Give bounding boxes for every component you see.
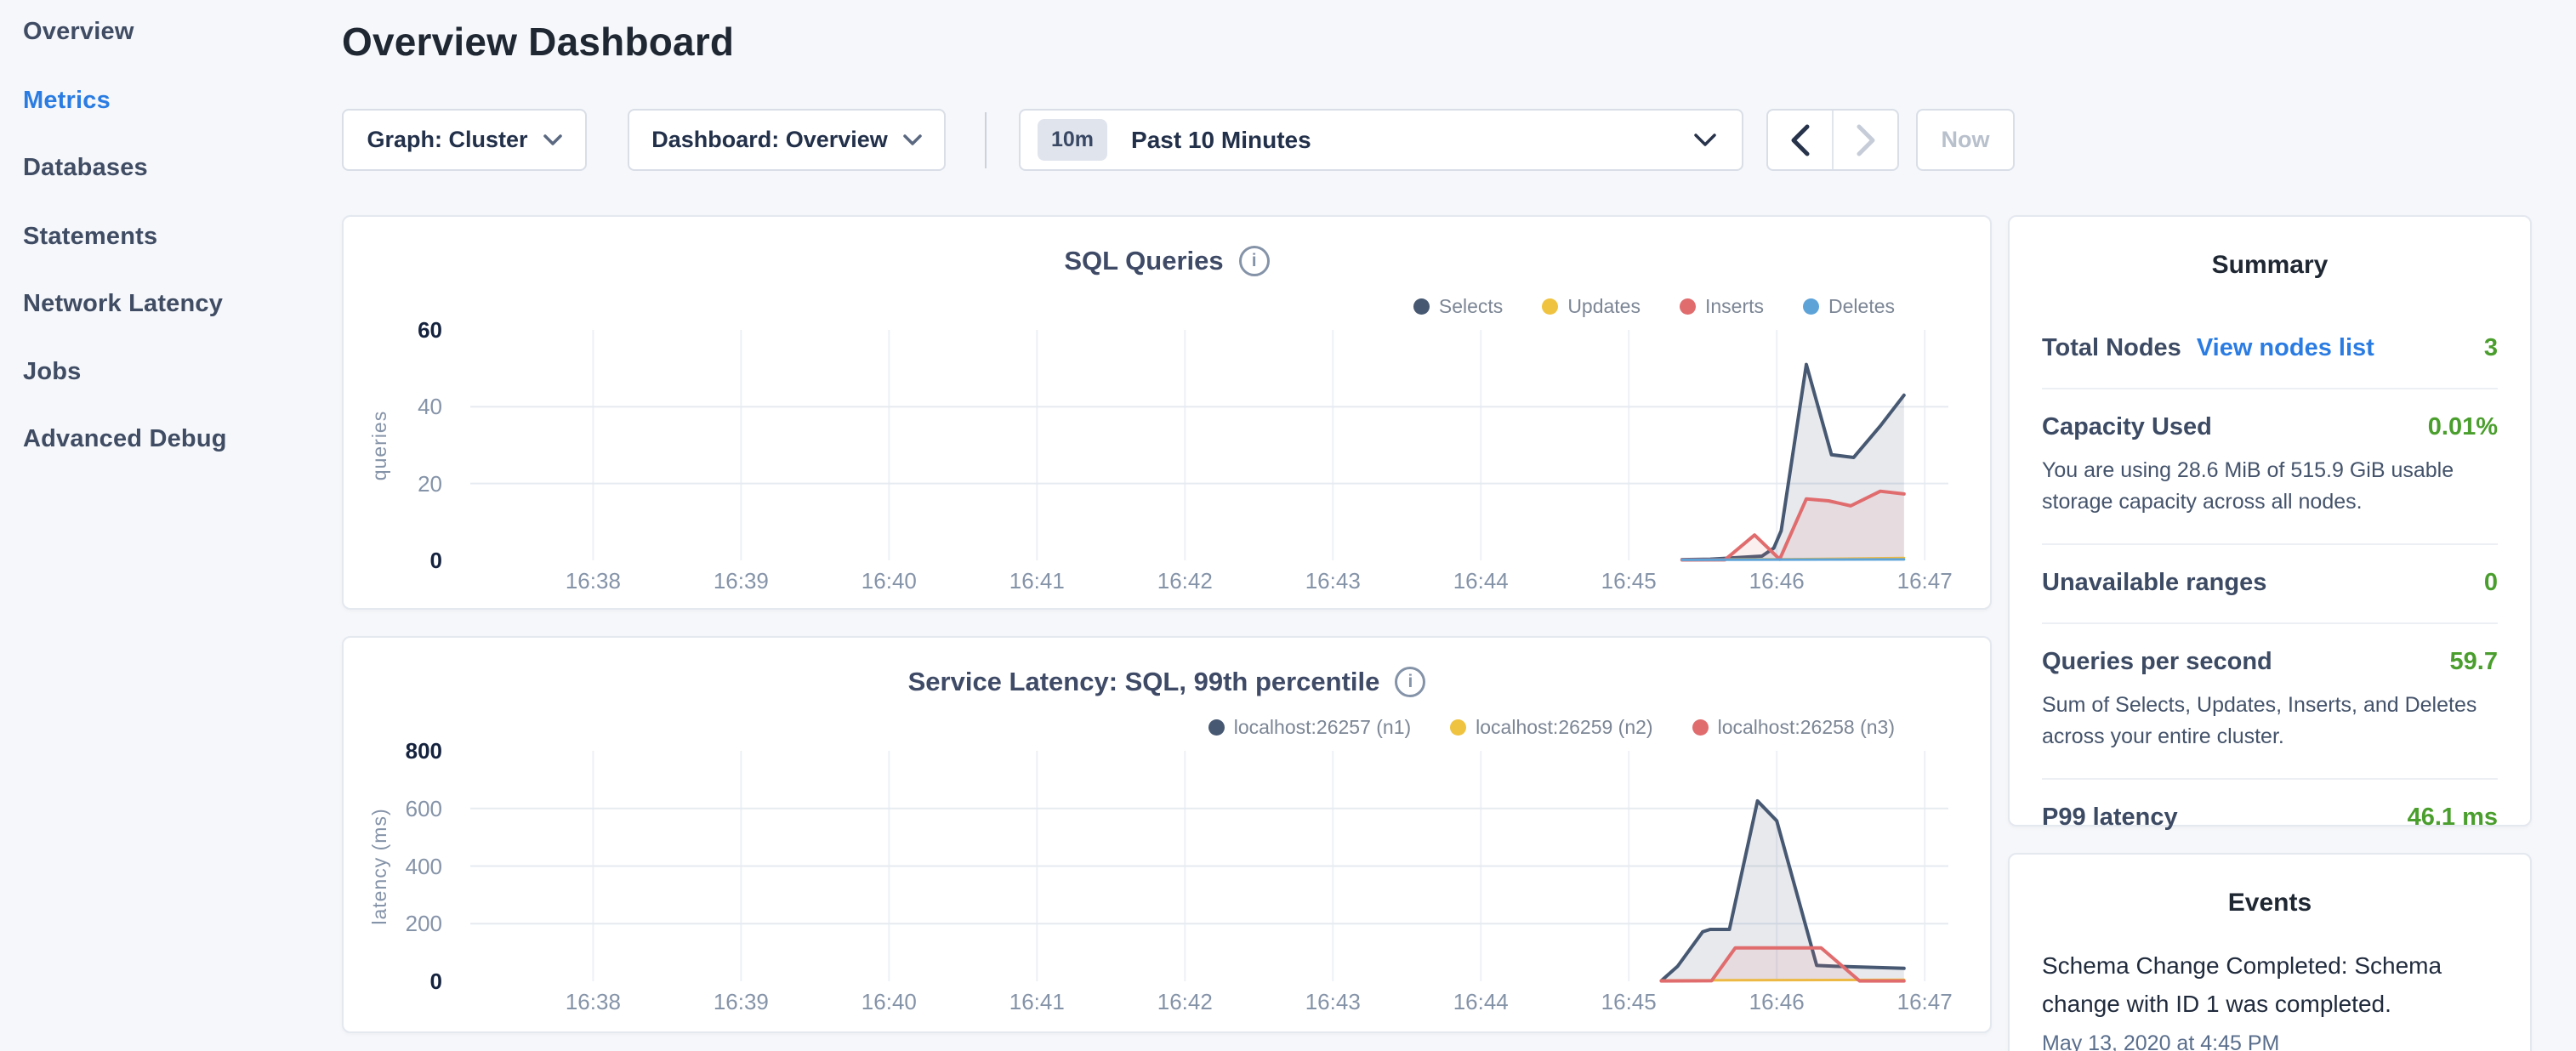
now-button[interactable]: Now xyxy=(1916,109,2015,171)
controls-divider xyxy=(985,112,987,168)
service-latency-chart-card: Service Latency: SQL, 99th percentileilo… xyxy=(342,636,1992,1033)
summary-row-caption: Sum of Selects, Updates, Inserts, and De… xyxy=(2042,690,2498,753)
summary-row-capacity-used: Capacity Used 0.01% You are using 28.6 M… xyxy=(2042,389,2498,545)
time-prev-button[interactable] xyxy=(1768,111,1832,169)
event-timestamp: May 13, 2020 at 4:45 PM xyxy=(2042,1031,2498,1051)
chevron-down-icon xyxy=(903,134,922,146)
summary-row-value: 59.7 xyxy=(2450,648,2498,676)
time-range-selector[interactable]: 10m Past 10 Minutes xyxy=(1019,109,1743,171)
page-title: Overview Dashboard xyxy=(342,19,734,65)
summary-row-value: 0 xyxy=(2484,569,2498,597)
summary-row-p99-latency: P99 latency 46.1 ms xyxy=(2042,780,2498,857)
event-text: Schema Change Completed: Schema change w… xyxy=(2042,946,2498,1023)
sidebar-item-jobs[interactable]: Jobs xyxy=(23,348,82,395)
summary-row-value: 46.1 ms xyxy=(2408,804,2498,832)
chart-plot xyxy=(344,638,1990,1029)
sql-queries-chart-card: SQL QueriesiSelectsUpdatesInsertsDeletes… xyxy=(342,215,1992,610)
summary-row-label: Capacity Used xyxy=(2042,413,2212,441)
sidebar: Overview Metrics Databases Statements Ne… xyxy=(0,0,340,1051)
sidebar-item-advanced-debug[interactable]: Advanced Debug xyxy=(23,415,227,463)
summary-row-label: P99 latency xyxy=(2042,804,2178,832)
summary-row-label: Queries per second xyxy=(2042,648,2272,676)
sidebar-item-databases[interactable]: Databases xyxy=(23,144,148,191)
summary-row-label: Total Nodes xyxy=(2042,334,2181,362)
events-panel: Events Schema Change Completed: Schema c… xyxy=(2008,853,2532,1051)
sidebar-item-metrics[interactable]: Metrics xyxy=(23,77,111,124)
chevron-right-icon xyxy=(1856,124,1876,156)
graph-dropdown[interactable]: Graph: Cluster xyxy=(342,109,587,171)
summary-title: Summary xyxy=(2010,251,2530,280)
sidebar-item-statements[interactable]: Statements xyxy=(23,213,157,260)
chevron-down-icon xyxy=(543,134,562,146)
summary-panel: Summary Total Nodes View nodes list 3 Ca… xyxy=(2008,215,2532,827)
event-item[interactable]: Schema Change Completed: Schema change w… xyxy=(2042,946,2498,1051)
summary-row-value: 0.01% xyxy=(2428,413,2498,441)
chevron-down-icon xyxy=(1694,134,1716,147)
time-next-button[interactable] xyxy=(1832,111,1897,169)
summary-row-label: Unavailable ranges xyxy=(2042,569,2266,597)
sidebar-item-network-latency[interactable]: Network Latency xyxy=(23,280,223,327)
time-pager xyxy=(1766,109,1899,171)
summary-row-total-nodes: Total Nodes View nodes list 3 xyxy=(2042,310,2498,389)
summary-row-queries-per-second: Queries per second 59.7 Sum of Selects, … xyxy=(2042,624,2498,780)
graph-dropdown-label: Graph: Cluster xyxy=(367,127,527,153)
summary-row-unavailable-ranges: Unavailable ranges 0 xyxy=(2042,545,2498,624)
dashboard-dropdown-label: Dashboard: Overview xyxy=(651,127,888,153)
chevron-left-icon xyxy=(1790,124,1811,156)
summary-row-value: 3 xyxy=(2484,334,2498,362)
sidebar-item-overview[interactable]: Overview xyxy=(23,8,134,55)
summary-row-caption: You are using 28.6 MiB of 515.9 GiB usab… xyxy=(2042,455,2498,518)
time-range-label: Past 10 Minutes xyxy=(1131,127,1311,154)
events-title: Events xyxy=(2010,889,2530,917)
view-nodes-link[interactable]: View nodes list xyxy=(2197,334,2374,362)
time-range-badge: 10m xyxy=(1038,119,1107,161)
dashboard-dropdown[interactable]: Dashboard: Overview xyxy=(628,109,946,171)
chart-plot xyxy=(344,217,1990,608)
